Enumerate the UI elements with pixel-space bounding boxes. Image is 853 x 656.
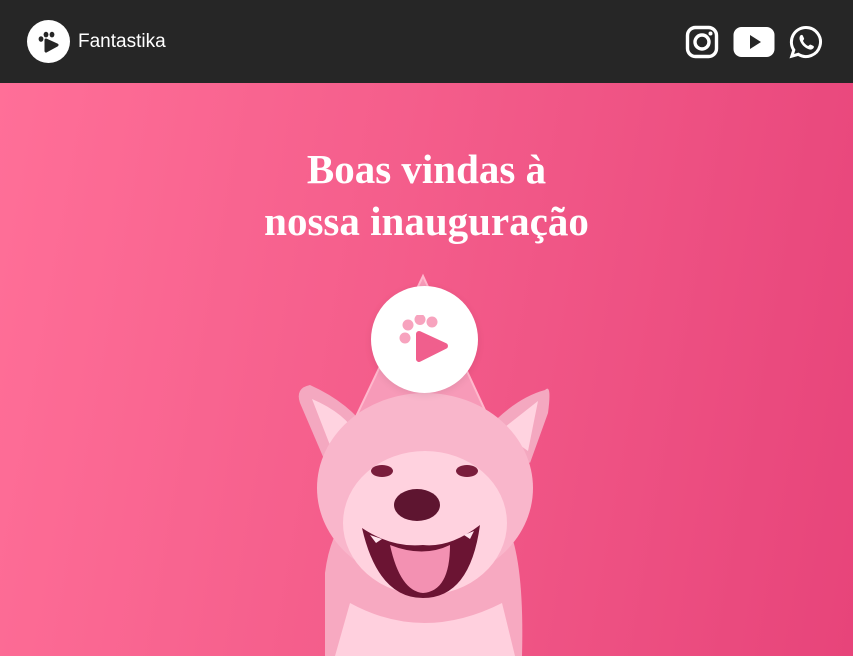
dog-right-eye	[456, 465, 478, 477]
brand-name: Fantastika	[78, 30, 166, 52]
paw-play-icon	[399, 314, 448, 362]
instagram-link[interactable]	[685, 25, 719, 59]
dog-left-eye	[371, 465, 393, 477]
dog-nose	[394, 489, 440, 521]
whatsapp-icon	[789, 25, 822, 58]
instagram-icon	[685, 25, 719, 58]
whatsapp-link[interactable]	[789, 25, 823, 59]
hero-section: Boas vindas à nossa inauguração	[0, 83, 853, 656]
brand-link[interactable]: Fantastika	[27, 20, 166, 63]
paw-icon	[38, 31, 58, 52]
youtube-icon	[733, 26, 775, 57]
social-links	[685, 25, 823, 59]
hero-title-line-1: Boas vindas à	[306, 146, 547, 192]
top-navbar: Fantastika	[0, 0, 853, 83]
brand-logo	[27, 20, 70, 63]
hero-title-line-2: nossa inauguração	[264, 198, 589, 244]
youtube-link[interactable]	[733, 26, 775, 58]
play-video-button[interactable]	[371, 286, 478, 393]
hero-title: Boas vindas à nossa inauguração	[0, 143, 853, 247]
